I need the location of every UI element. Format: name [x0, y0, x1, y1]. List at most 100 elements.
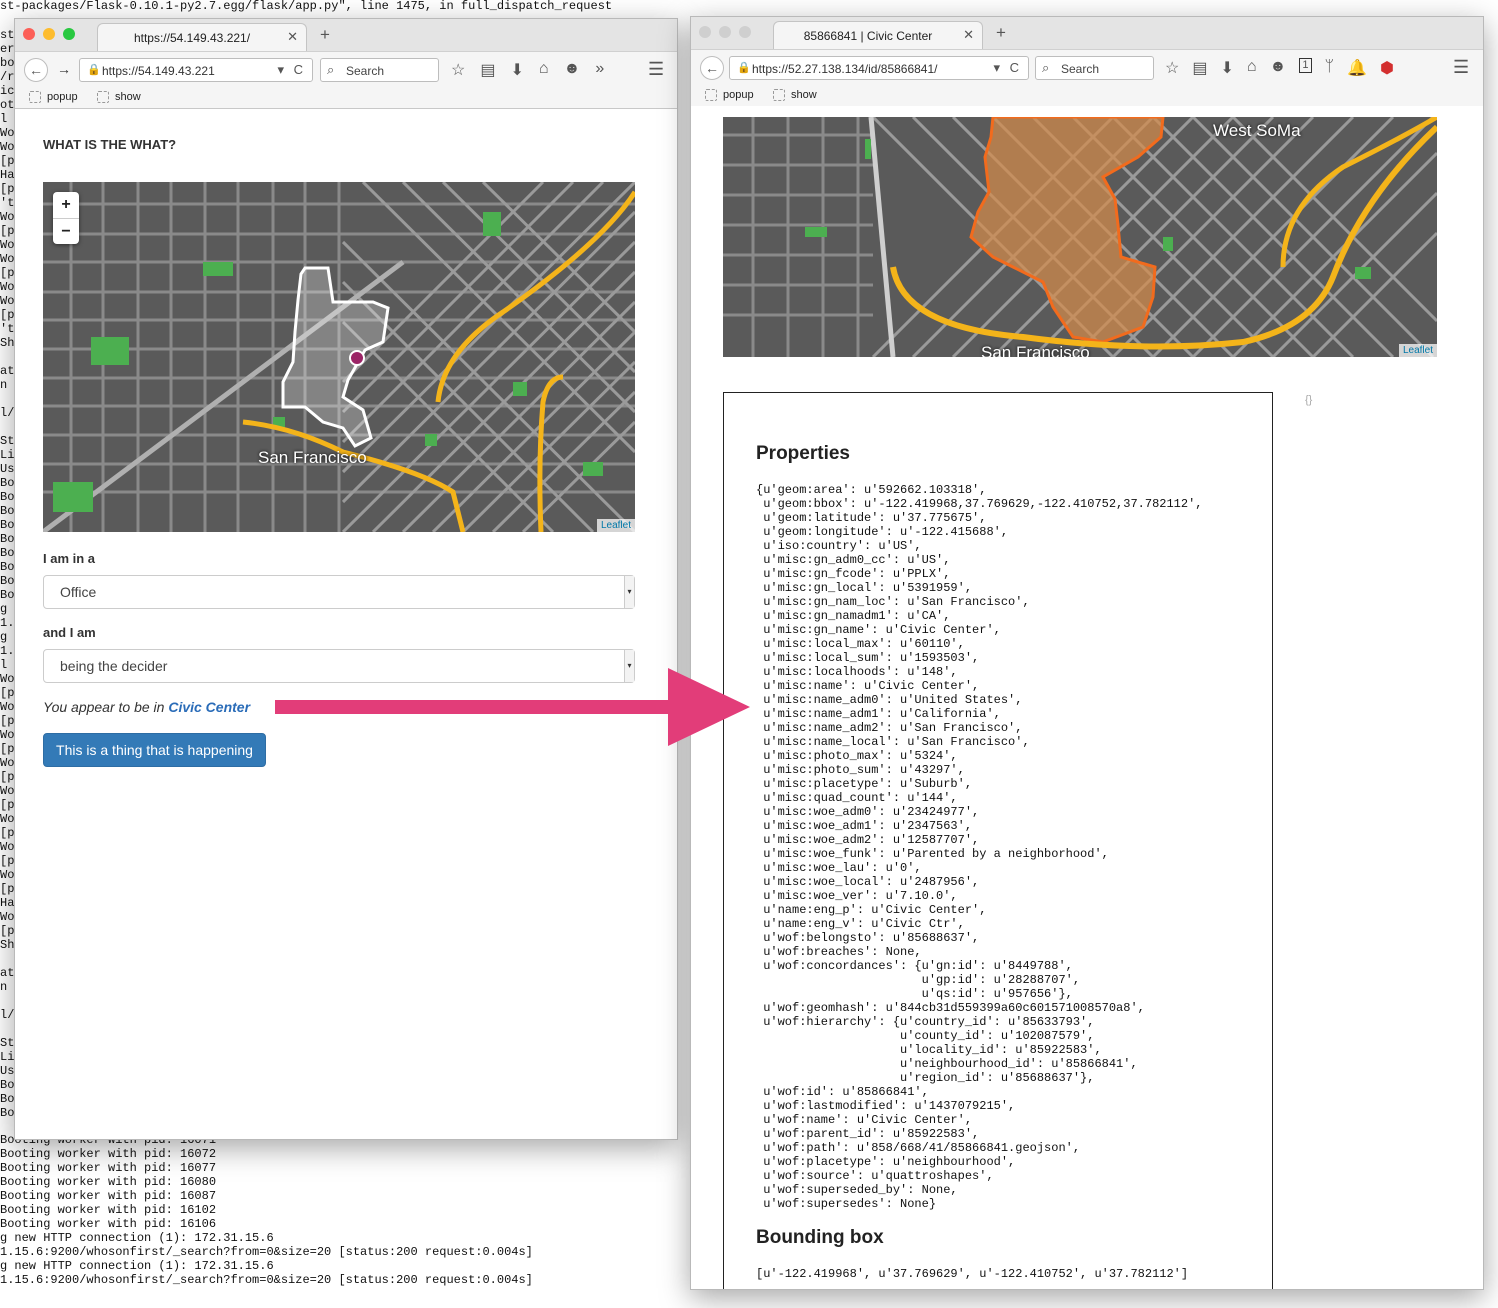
navigation-bar: ← → 🔒 https://54.149.43.221 ▾ C ⌕ Search…: [15, 51, 677, 87]
bookmark-label: show: [115, 91, 141, 103]
back-button[interactable]: ←: [700, 56, 724, 80]
bounding-box-text: [u'-122.419968', u'37.769629', u'-122.41…: [756, 1267, 1189, 1281]
properties-heading: Properties: [756, 443, 850, 464]
search-input[interactable]: ⌕ Search: [320, 58, 439, 82]
bookmark-label: popup: [47, 91, 78, 103]
bookmark-label: show: [791, 89, 817, 101]
bookmark-show[interactable]: show: [97, 91, 141, 103]
select-arrow-icon: ▾: [624, 576, 634, 608]
back-button[interactable]: ←: [24, 58, 48, 82]
right-browser-window: 85866841 | Civic Center ✕ + ← 🔒 https://…: [690, 16, 1484, 1290]
terminal-bottom-lines: Booting worker with pid: 16071 Booting w…: [0, 1133, 533, 1287]
close-window-button[interactable]: [23, 28, 35, 40]
close-tab-icon[interactable]: ✕: [963, 27, 974, 43]
hamburger-menu-icon[interactable]: ☰: [648, 59, 664, 80]
zoom-in-button[interactable]: +: [53, 192, 79, 218]
bookmark-folder-icon: [97, 91, 109, 103]
new-tab-icon[interactable]: +: [320, 25, 330, 45]
page-title: WHAT IS THE WHAT?: [43, 137, 177, 152]
bookmark-folder-icon: [773, 89, 785, 101]
reading-list-icon[interactable]: ▤: [480, 60, 495, 80]
map-city-label: San Francisco: [258, 448, 367, 467]
new-tab-icon[interactable]: +: [996, 23, 1006, 43]
titlebar: 85866841 | Civic Center ✕ +: [691, 17, 1483, 49]
bookmark-popup[interactable]: popup: [705, 89, 754, 101]
bounding-box-heading: Bounding box: [756, 1227, 884, 1248]
properties-text: {u'geom:area': u'592662.103318', u'geom:…: [756, 483, 1203, 1211]
overflow-chevron-icon[interactable]: »: [595, 60, 604, 80]
bookmark-star-icon[interactable]: ☆: [451, 60, 465, 80]
terminal-top-line: st-packages/Flask-0.10.1-py2.7.egg/flask…: [0, 0, 613, 13]
adblock-icon[interactable]: ⬢: [1380, 58, 1394, 78]
map[interactable]: West SoMa San Francisco Leaflet: [723, 117, 1437, 357]
downloads-icon[interactable]: ⬇: [510, 60, 523, 80]
location-prefix: You appear to be in: [43, 699, 169, 715]
bookmark-folder-icon: [705, 89, 717, 101]
network-icon[interactable]: ᛘ: [1325, 58, 1335, 78]
role-value: being the decider: [60, 658, 168, 674]
close-window-button[interactable]: [699, 26, 711, 38]
minimize-window-button[interactable]: [43, 28, 55, 40]
location-message: You appear to be in Civic Center: [43, 699, 250, 715]
smiley-icon[interactable]: ☻: [564, 60, 581, 80]
map-neighborhood-label: West SoMa: [1213, 121, 1301, 140]
url-bar[interactable]: 🔒 https://54.149.43.221 ▾ C: [79, 58, 313, 82]
page-content: West SoMa San Francisco Leaflet {} Prope…: [691, 106, 1483, 1289]
search-placeholder: Search: [1061, 62, 1100, 76]
search-icon: ⌕: [327, 62, 335, 77]
navigation-bar: ← 🔒 https://52.27.138.134/id/85866841/ ▾…: [691, 49, 1483, 85]
bookmarks-bar: popup show: [15, 87, 677, 109]
tab-title: 85866841 | Civic Center: [803, 29, 933, 43]
search-placeholder: Search: [346, 64, 385, 78]
bookmark-folder-icon: [29, 91, 41, 103]
browser-tab[interactable]: 85866841 | Civic Center ✕: [773, 21, 983, 49]
bookmarks-bar: popup show: [691, 85, 1483, 107]
bookmark-label: popup: [723, 89, 754, 101]
properties-panel: Properties {u'geom:area': u'592662.10331…: [723, 392, 1273, 1289]
map-city-label: San Francisco: [981, 343, 1090, 357]
role-label: and I am: [43, 625, 96, 640]
url-text: https://52.27.138.134/id/85866841/: [752, 62, 938, 76]
reload-icon[interactable]: ▾ C: [993, 60, 1022, 76]
zoom-out-button[interactable]: −: [53, 218, 79, 244]
home-icon[interactable]: ⌂: [539, 60, 549, 80]
hamburger-menu-icon[interactable]: ☰: [1453, 57, 1469, 78]
lock-icon: 🔒: [87, 64, 101, 76]
location-place-link[interactable]: Civic Center: [168, 699, 250, 715]
map-zoom-control: + −: [53, 192, 79, 244]
search-icon: ⌕: [1042, 60, 1050, 75]
reading-list-icon[interactable]: ▤: [1192, 58, 1207, 78]
forward-icon[interactable]: →: [57, 61, 71, 77]
left-browser-window: https://54.149.43.221/ ✕ + ← → 🔒 https:/…: [14, 18, 678, 1140]
home-icon[interactable]: ⌂: [1247, 58, 1257, 78]
bookmark-star-icon[interactable]: ☆: [1165, 58, 1179, 78]
place-type-label: I am in a: [43, 551, 96, 566]
map-attribution-link[interactable]: Leaflet: [1398, 344, 1437, 357]
notification-icon[interactable]: 🔔: [1347, 58, 1367, 78]
bookmark-popup[interactable]: popup: [29, 91, 78, 103]
smiley-icon[interactable]: ☻: [1270, 58, 1287, 78]
bookmark-show[interactable]: show: [773, 89, 817, 101]
place-type-select[interactable]: Office ▾: [43, 575, 635, 609]
map-attribution-link[interactable]: Leaflet: [596, 519, 635, 532]
minimize-window-button[interactable]: [719, 26, 731, 38]
map-tiles: [43, 182, 635, 532]
extension-badge[interactable]: 1: [1299, 58, 1312, 73]
maximize-window-button[interactable]: [739, 26, 751, 38]
tab-title: https://54.149.43.221/: [133, 31, 251, 45]
url-bar[interactable]: 🔒 https://52.27.138.134/id/85866841/ ▾ C: [729, 56, 1029, 80]
json-toggle-icon[interactable]: {}: [1305, 394, 1312, 406]
close-tab-icon[interactable]: ✕: [287, 29, 298, 45]
downloads-icon[interactable]: ⬇: [1220, 58, 1233, 78]
happening-button[interactable]: This is a thing that is happening: [43, 733, 266, 767]
lock-icon: 🔒: [737, 62, 751, 74]
reload-icon[interactable]: ▾ C: [277, 62, 306, 78]
browser-tab[interactable]: https://54.149.43.221/ ✕: [97, 23, 307, 51]
url-text: https://54.149.43.221: [102, 64, 215, 78]
titlebar: https://54.149.43.221/ ✕ +: [15, 19, 677, 51]
search-input[interactable]: ⌕ Search: [1035, 56, 1154, 80]
annotation-arrow: [275, 668, 750, 746]
place-type-value: Office: [60, 584, 97, 600]
maximize-window-button[interactable]: [63, 28, 75, 40]
map[interactable]: + − San Francisco Leaflet: [43, 182, 635, 532]
